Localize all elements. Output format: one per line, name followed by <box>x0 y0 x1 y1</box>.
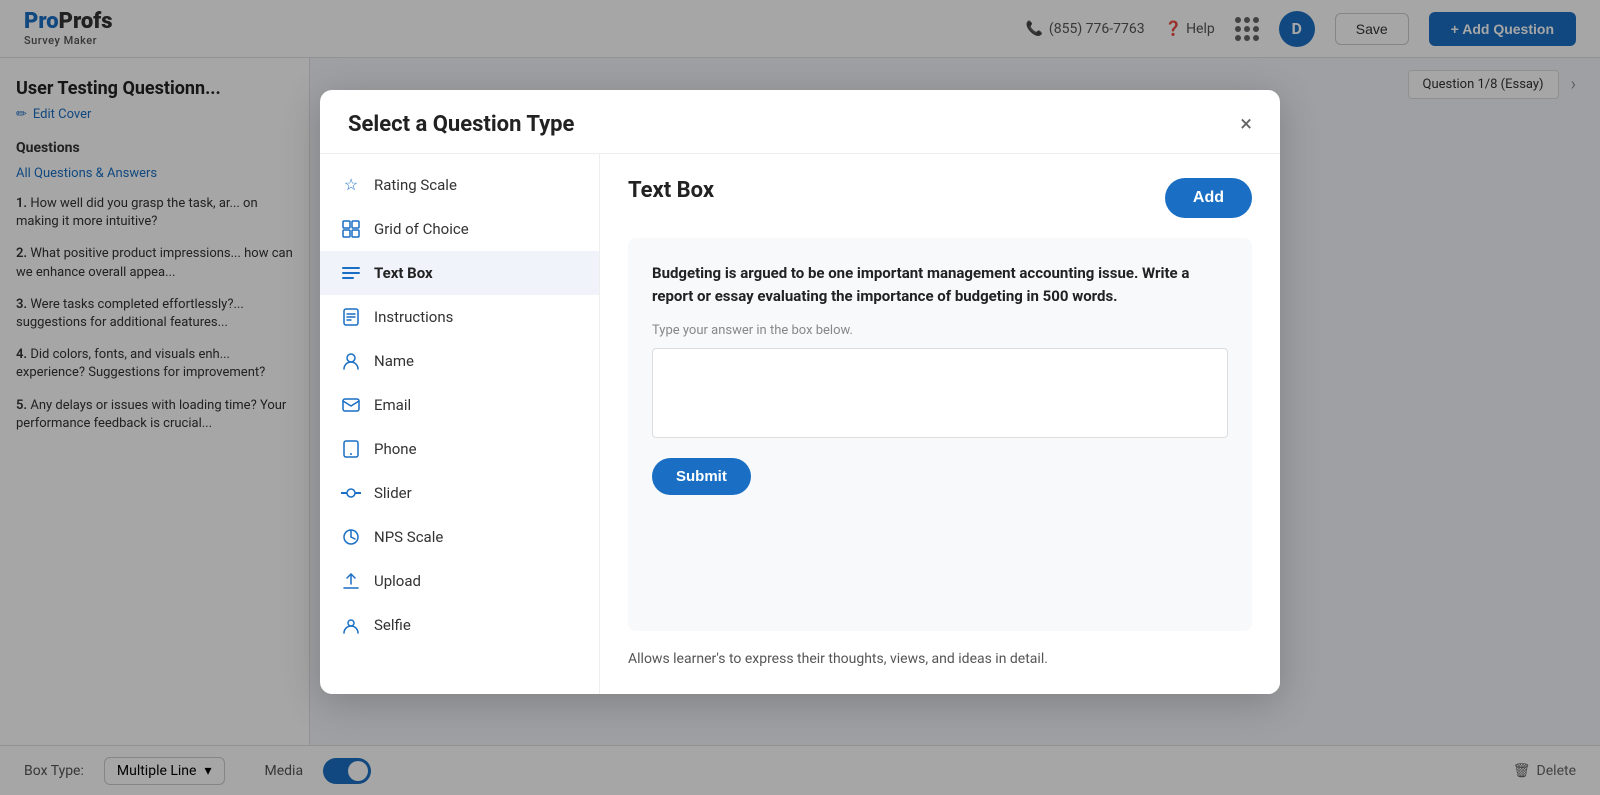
modal-title: Select a Question Type <box>348 112 574 137</box>
type-label: Email <box>374 396 411 414</box>
type-item-name[interactable]: Name <box>320 339 599 383</box>
instructions-icon <box>340 308 362 326</box>
preview-content: Budgeting is argued to be one important … <box>628 238 1252 631</box>
type-list: ☆ Rating Scale Grid of Choice <box>320 154 600 694</box>
type-item-upload[interactable]: Upload <box>320 559 599 603</box>
type-item-instructions[interactable]: Instructions <box>320 295 599 339</box>
type-label: Upload <box>374 572 421 590</box>
phone-icon <box>340 440 362 458</box>
add-type-button[interactable]: Add <box>1165 178 1252 218</box>
type-label: Text Box <box>374 264 433 282</box>
name-icon <box>340 352 362 370</box>
type-item-rating-scale[interactable]: ☆ Rating Scale <box>320 162 599 207</box>
type-label: Rating Scale <box>374 176 457 194</box>
type-label: Selfie <box>374 616 411 634</box>
type-label: Slider <box>374 484 412 502</box>
type-label: Instructions <box>374 308 453 326</box>
preview-header: Text Box Add <box>628 178 1252 218</box>
type-item-phone[interactable]: Phone <box>320 427 599 471</box>
preview-question-text: Budgeting is argued to be one important … <box>652 262 1228 307</box>
preview-description: Allows learner's to express their though… <box>628 649 1252 670</box>
type-item-text-box[interactable]: Text Box <box>320 251 599 295</box>
type-item-email[interactable]: Email <box>320 383 599 427</box>
type-label: Phone <box>374 440 417 458</box>
close-button[interactable]: × <box>1240 114 1252 136</box>
star-icon: ☆ <box>340 175 362 194</box>
email-icon <box>340 398 362 412</box>
type-label: Grid of Choice <box>374 220 469 238</box>
modal-header: Select a Question Type × <box>320 90 1280 154</box>
type-item-nps-scale[interactable]: NPS Scale <box>320 515 599 559</box>
preview-answer-area[interactable] <box>652 348 1228 438</box>
submit-button[interactable]: Submit <box>652 458 751 495</box>
selfie-icon <box>340 616 362 634</box>
grid-choice-icon <box>340 220 362 238</box>
preview-title: Text Box <box>628 178 714 203</box>
upload-icon <box>340 572 362 590</box>
type-item-grid-of-choice[interactable]: Grid of Choice <box>320 207 599 251</box>
question-type-modal: Select a Question Type × ☆ Rating Scale <box>320 90 1280 694</box>
text-box-icon <box>340 266 362 280</box>
type-item-selfie[interactable]: Selfie <box>320 603 599 647</box>
modal-body: ☆ Rating Scale Grid of Choice <box>320 154 1280 694</box>
type-label: Name <box>374 352 414 370</box>
nps-icon <box>340 528 362 546</box>
slider-icon <box>340 488 362 498</box>
type-item-slider[interactable]: Slider <box>320 471 599 515</box>
type-label: NPS Scale <box>374 528 443 546</box>
type-preview: Text Box Add Budgeting is argued to be o… <box>600 154 1280 694</box>
preview-hint: Type your answer in the box below. <box>652 323 1228 338</box>
